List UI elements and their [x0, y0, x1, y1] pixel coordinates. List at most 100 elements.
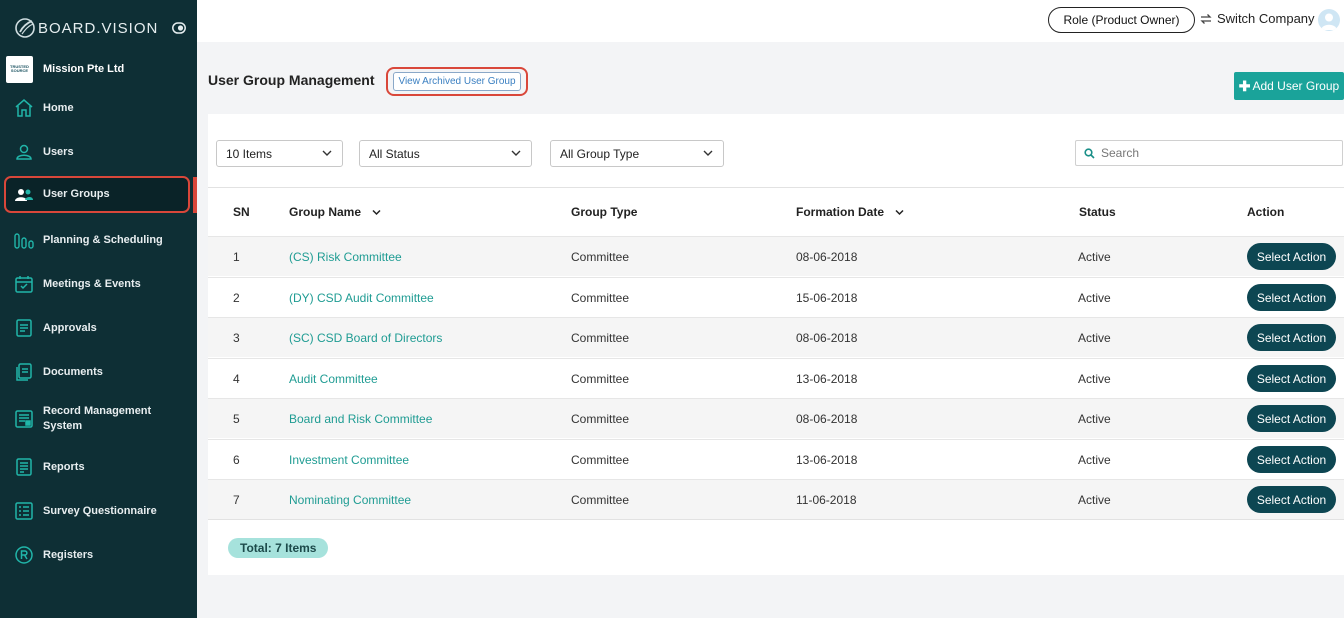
- status-select[interactable]: All Status: [359, 140, 532, 167]
- search-box[interactable]: [1075, 140, 1343, 166]
- row-sn: 4: [233, 372, 240, 386]
- table-row: 7 Nominating Committee Committee 11-06-2…: [208, 479, 1344, 519]
- group-type-cell: Committee: [571, 331, 630, 345]
- status-cell: Active: [1078, 291, 1111, 305]
- company-selector[interactable]: TRUSTED SOURCE Mission Pte Ltd: [6, 55, 124, 83]
- select-action-button[interactable]: Select Action: [1247, 284, 1336, 311]
- brand-name: BOARD.VISION: [38, 19, 159, 37]
- formation-date-cell: 13-06-2018: [796, 372, 858, 386]
- status-cell: Active: [1078, 453, 1111, 467]
- switch-company-button[interactable]: Switch Company: [1199, 11, 1315, 26]
- page-title: User Group Management: [208, 72, 375, 88]
- sidebar-item-documents[interactable]: Documents: [0, 361, 197, 383]
- table-divider: [208, 187, 1344, 188]
- sidebar-item-label: Survey Questionnaire: [43, 504, 157, 517]
- planning-icon: [14, 233, 34, 249]
- sidebar-item-label: User Groups: [43, 188, 110, 200]
- records-icon: [15, 410, 33, 428]
- status-cell: Active: [1078, 493, 1111, 507]
- select-action-button[interactable]: Select Action: [1247, 365, 1336, 392]
- sidebar-item-survey[interactable]: Survey Questionnaire: [0, 500, 197, 522]
- group-name-link[interactable]: Nominating Committee: [289, 493, 411, 507]
- items-per-page-value: 10 Items: [226, 146, 273, 161]
- status-cell: Active: [1078, 331, 1111, 345]
- sidebar-item-record-management[interactable]: Record Management System: [0, 404, 197, 434]
- view-archived-button[interactable]: View Archived User Group: [393, 72, 521, 91]
- calendar-icon: [15, 276, 33, 293]
- status-cell: Active: [1078, 372, 1111, 386]
- formation-date-cell: 08-06-2018: [796, 250, 858, 264]
- chevron-down-icon: [511, 150, 521, 156]
- sidebar-item-users[interactable]: Users: [0, 141, 197, 163]
- sidebar-toggle-icon[interactable]: [172, 22, 186, 34]
- column-header-status: Status: [1079, 205, 1116, 219]
- sidebar-item-label: Approvals: [43, 321, 97, 334]
- survey-icon: [15, 502, 33, 520]
- row-sn: 2: [233, 291, 240, 305]
- role-button[interactable]: Role (Product Owner): [1048, 7, 1195, 33]
- formation-date-cell: 11-06-2018: [796, 493, 857, 507]
- sidebar-item-registers[interactable]: Registers: [0, 544, 197, 566]
- sidebar-item-label: Planning & Scheduling: [43, 233, 163, 246]
- sidebar-item-label: Reports: [43, 460, 85, 473]
- row-sn: 3: [233, 331, 240, 345]
- home-icon: [15, 99, 33, 117]
- chevron-down-icon: [322, 150, 332, 156]
- sidebar-item-reports[interactable]: Reports: [0, 456, 197, 478]
- status-value: All Status: [369, 146, 420, 161]
- search-icon: [1084, 147, 1095, 159]
- group-name-link[interactable]: Investment Committee: [289, 453, 409, 467]
- brand[interactable]: BOARD.VISION: [14, 16, 158, 40]
- sidebar-item-approvals[interactable]: Approvals: [0, 317, 197, 339]
- sidebar-item-label: Documents: [43, 365, 103, 378]
- column-header-group-name[interactable]: Group Name: [289, 205, 381, 219]
- add-user-group-button[interactable]: ✚ Add User Group: [1234, 72, 1344, 100]
- active-indicator: [193, 177, 197, 213]
- table-row: 6 Investment Committee Committee 13-06-2…: [208, 439, 1344, 479]
- sidebar-item-user-groups[interactable]: User Groups: [4, 176, 190, 213]
- table-divider: [208, 519, 1344, 520]
- sidebar-item-label: Meetings & Events: [43, 277, 141, 290]
- column-header-group-type: Group Type: [571, 205, 638, 219]
- sort-chevron-down-icon: [895, 210, 904, 216]
- chevron-down-icon: [703, 150, 713, 156]
- sidebar-item-meetings[interactable]: Meetings & Events: [0, 273, 197, 295]
- user-icon: [16, 144, 32, 160]
- select-action-button[interactable]: Select Action: [1247, 446, 1336, 473]
- select-action-button[interactable]: Select Action: [1247, 486, 1336, 513]
- row-sn: 7: [233, 493, 240, 507]
- column-header-label: Group Name: [289, 205, 362, 219]
- select-action-button[interactable]: Select Action: [1247, 324, 1336, 351]
- total-items-badge: Total: 7 Items: [228, 538, 329, 558]
- select-action-button[interactable]: Select Action: [1247, 243, 1336, 270]
- add-user-group-label: Add User Group: [1252, 79, 1340, 93]
- select-action-button[interactable]: Select Action: [1247, 405, 1336, 432]
- avatar[interactable]: [1318, 9, 1340, 31]
- group-name-link[interactable]: Audit Committee: [289, 372, 378, 386]
- sidebar-item-label: Home: [43, 101, 74, 114]
- formation-date-cell: 15-06-2018: [796, 291, 858, 305]
- table-row: 1 (CS) Risk Committee Committee 08-06-20…: [208, 236, 1344, 276]
- group-name-link[interactable]: Board and Risk Committee: [289, 412, 432, 426]
- group-name-link[interactable]: (CS) Risk Committee: [289, 250, 402, 264]
- sidebar-item-home[interactable]: Home: [0, 97, 197, 119]
- table-row: 4 Audit Committee Committee 13-06-2018 A…: [208, 358, 1344, 398]
- group-name-link[interactable]: (DY) CSD Audit Committee: [289, 291, 434, 305]
- group-type-cell: Committee: [571, 291, 630, 305]
- formation-date-cell: 08-06-2018: [796, 331, 858, 345]
- items-per-page-select[interactable]: 10 Items: [216, 140, 343, 167]
- column-header-action: Action: [1247, 205, 1285, 219]
- reports-icon: [16, 458, 32, 476]
- group-type-cell: Committee: [571, 453, 630, 467]
- group-name-link[interactable]: (SC) CSD Board of Directors: [289, 331, 442, 345]
- group-type-select[interactable]: All Group Type: [550, 140, 724, 167]
- group-type-value: All Group Type: [560, 146, 640, 161]
- column-header-formation-date[interactable]: Formation Date: [796, 205, 904, 219]
- status-cell: Active: [1078, 412, 1111, 426]
- row-sn: 1: [233, 250, 240, 264]
- group-type-cell: Committee: [571, 372, 630, 386]
- switch-company-label: Switch Company: [1217, 11, 1315, 26]
- table-row: 3 (SC) CSD Board of Directors Committee …: [208, 317, 1344, 357]
- sidebar-item-planning[interactable]: Planning & Scheduling: [0, 229, 197, 251]
- search-input[interactable]: [1101, 146, 1331, 160]
